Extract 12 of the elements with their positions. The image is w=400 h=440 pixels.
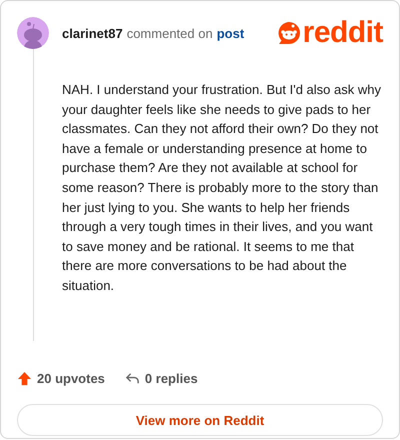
upvote-count: 20 upvotes	[37, 370, 105, 386]
avatar-icon	[17, 17, 49, 49]
action-text: commented on	[126, 26, 213, 40]
reply-icon[interactable]	[124, 370, 140, 386]
author-name[interactable]: clarinet87	[62, 26, 123, 40]
reddit-logo-icon	[276, 21, 301, 45]
post-link[interactable]: post	[216, 26, 244, 40]
upvote-arrow-icon[interactable]	[17, 370, 32, 386]
reply-count: 0 replies	[144, 370, 198, 386]
reddit-wordmark: reddit	[302, 18, 383, 48]
view-more-button[interactable]: View more on Reddit	[17, 404, 383, 436]
comment-text: NAH. I understand your frustration. But I'd also ask why your daughter feels like she needs to give pads to her classmates. Can they not afford their own? Do they not have a female or understanding presence at home to purchase them? Are they not available at school for some reason? There is probably more to the story than her just lying to you. She wants to help her friends through a very tough times in their lives, and you want to save money and be rational. It seems to me that there are more conversations to be had about the situation.	[62, 81, 382, 295]
